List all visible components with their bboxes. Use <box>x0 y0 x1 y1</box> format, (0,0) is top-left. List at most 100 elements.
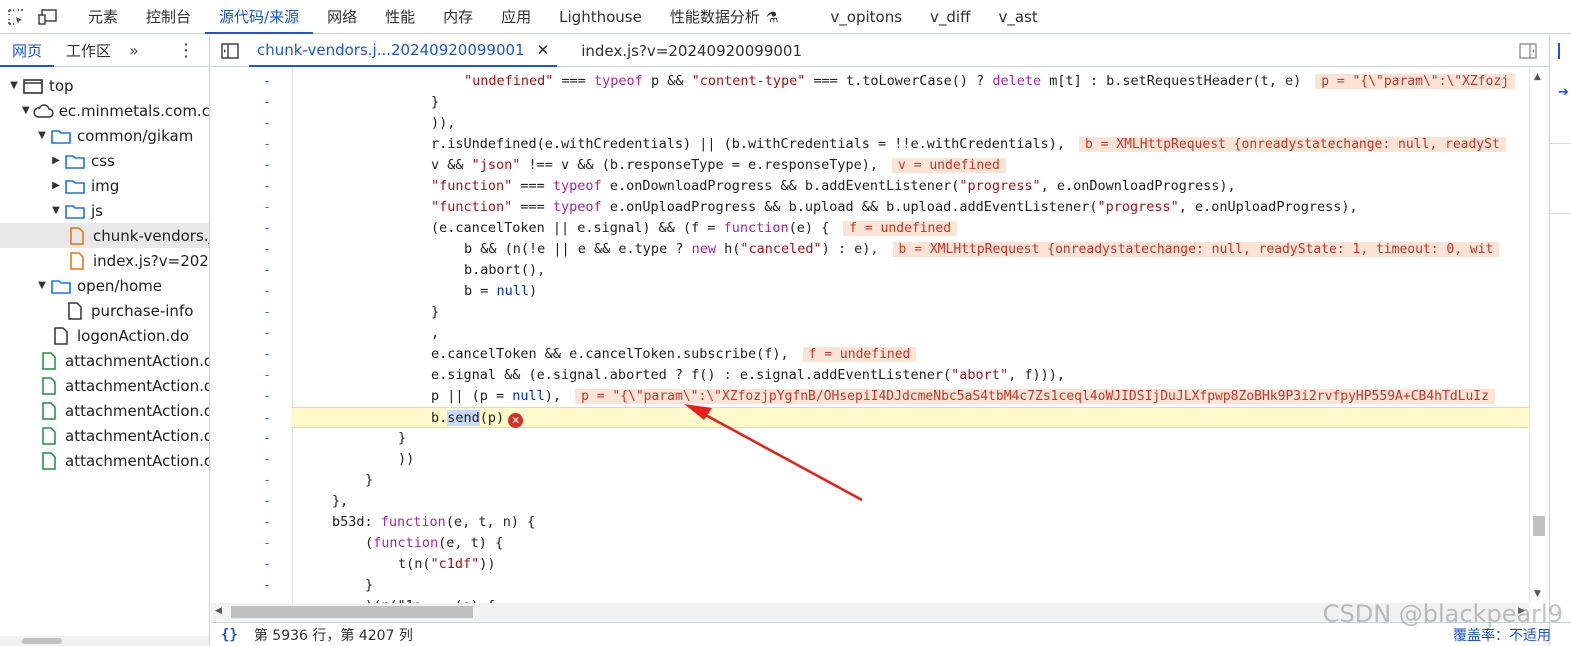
line-marker[interactable]: - <box>263 408 271 429</box>
code-line[interactable]: -}, <box>211 491 1529 512</box>
line-marker[interactable]: - <box>263 344 271 365</box>
tree-item[interactable]: ▼ top <box>0 73 209 98</box>
collapsed-triangle-icon[interactable]: ▶ <box>50 155 62 166</box>
line-marker[interactable]: - <box>263 323 271 344</box>
resume-icon[interactable]: ➔ <box>1558 85 1569 100</box>
tab-11[interactable]: v_ast <box>984 0 1051 34</box>
line-marker[interactable]: - <box>263 197 271 218</box>
tab-10[interactable]: v_diff <box>916 0 984 34</box>
line-marker[interactable]: - <box>263 281 271 302</box>
line-marker[interactable]: - <box>263 386 271 407</box>
code-line[interactable]: - (function(e, t) { <box>211 533 1529 554</box>
tree-item[interactable]: attachmentAction.do <box>0 398 209 423</box>
error-icon[interactable]: ✕ <box>508 413 524 428</box>
more-tabs-icon[interactable]: » <box>123 41 145 60</box>
code-line[interactable]: - b.abort(), <box>211 260 1529 281</box>
editor-tab-index[interactable]: index.js?v=20240920099001 <box>573 35 810 67</box>
code-line[interactable]: -)), <box>211 113 1529 134</box>
code-line[interactable]: -, <box>211 323 1529 344</box>
line-marker[interactable]: - <box>263 554 271 575</box>
expanded-triangle-icon[interactable]: ▼ <box>50 205 62 216</box>
tab-6[interactable]: 应用 <box>487 0 545 34</box>
line-marker[interactable]: - <box>263 92 271 113</box>
kebab-menu-icon[interactable]: ⋮ <box>177 35 209 67</box>
code-line[interactable]: - "function" === typeof e.onDownloadProgr… <box>211 176 1529 197</box>
device-toolbar-icon[interactable] <box>32 0 64 34</box>
tab-3[interactable]: 网络 <box>313 0 371 34</box>
tree-item[interactable]: attachmentAction.do <box>0 373 209 398</box>
scroll-up-icon[interactable]: ▲ <box>1534 72 1541 82</box>
tree-item[interactable]: ▶ css <box>0 148 209 173</box>
code-line[interactable]: - t(n("c1df")) <box>211 554 1529 575</box>
tree-item[interactable]: index.js?v=20240920099001 <box>0 248 209 273</box>
tab-0[interactable]: 元素 <box>74 0 132 34</box>
code-line[interactable]: - p || (p = null), p = "{\"param\":\"XZfoz… <box>211 386 1529 407</box>
code-line[interactable]: -} <box>211 302 1529 323</box>
code-line[interactable]: - b53d: function(e, t, n) { <box>211 512 1529 533</box>
code-line[interactable]: -} <box>211 575 1529 596</box>
tree-item[interactable]: attachmentAction.do <box>0 348 209 373</box>
code-line[interactable]: - r.isUndefined(e.withCredentials) || (b.… <box>211 134 1529 155</box>
tree-item[interactable]: ▼ js <box>0 198 209 223</box>
code-line[interactable]: - e.signal && (e.signal.aborted ? f() : e… <box>211 365 1529 386</box>
scrollbar-thumb[interactable] <box>22 638 62 644</box>
tree-item[interactable]: logonAction.do <box>0 323 209 348</box>
tree-item[interactable]: ▼ ec.minmetals.com.cn <box>0 98 209 123</box>
tab-5[interactable]: 内存 <box>429 0 487 34</box>
line-marker[interactable]: - <box>263 71 271 92</box>
code-line[interactable]: - "undefined" === typeof p && "content-ty… <box>211 71 1529 92</box>
code-line[interactable]: - v && "json" !== v && (b.responseType = … <box>211 155 1529 176</box>
code-line[interactable]: - "function" === typeof e.onUploadProgres… <box>211 197 1529 218</box>
tab-4[interactable]: 性能 <box>371 0 429 34</box>
pretty-print-icon[interactable]: {} <box>221 627 238 643</box>
tree-item[interactable]: attachmentAction.do <box>0 423 209 448</box>
tab-page[interactable]: 网页 <box>0 35 55 67</box>
expanded-triangle-icon[interactable]: ▼ <box>36 280 48 291</box>
code-line[interactable]: -} <box>211 428 1529 449</box>
code-line[interactable]: - e.cancelToken && e.cancelToken.subscrib… <box>211 344 1529 365</box>
line-marker[interactable]: - <box>263 239 271 260</box>
line-marker[interactable]: - <box>263 134 271 155</box>
line-marker[interactable]: - <box>263 491 271 512</box>
tree-item[interactable]: ▶ img <box>0 173 209 198</box>
line-marker[interactable]: - <box>263 470 271 491</box>
line-marker[interactable]: - <box>263 302 271 323</box>
inspect-element-icon[interactable] <box>0 0 32 34</box>
tab-workspace[interactable]: 工作区 <box>54 35 123 67</box>
code-line[interactable]: -} <box>211 92 1529 113</box>
code-line[interactable]: - b = null) <box>211 281 1529 302</box>
tab-1[interactable]: 控制台 <box>132 0 205 34</box>
line-marker[interactable]: - <box>263 428 271 449</box>
editor-tab-chunk-vendors[interactable]: chunk-vendors.j...20240920099001 ✕ <box>249 34 558 67</box>
expanded-triangle-icon[interactable]: ▼ <box>22 105 30 116</box>
line-marker[interactable]: - <box>263 512 271 533</box>
line-marker[interactable]: - <box>263 155 271 176</box>
editor-vertical-scrollbar[interactable]: ▲ ▼ <box>1529 68 1547 603</box>
toggle-debugger-sidebar-icon[interactable] <box>1519 43 1537 59</box>
close-icon[interactable]: ✕ <box>537 34 550 66</box>
tree-item[interactable]: attachmentAction.do <box>0 448 209 473</box>
scroll-left-icon[interactable]: ◀ <box>215 606 222 616</box>
line-marker[interactable]: - <box>263 533 271 554</box>
code-line[interactable]: -)) <box>211 449 1529 470</box>
scrollbar-thumb[interactable] <box>1533 516 1545 536</box>
line-marker[interactable]: - <box>263 260 271 281</box>
tab-7[interactable]: Lighthouse <box>545 0 656 34</box>
paused-code-line[interactable]: - b.send(p) ✕ <box>263 407 1529 428</box>
line-marker[interactable]: - <box>263 365 271 386</box>
line-marker[interactable]: - <box>263 449 271 470</box>
code-line[interactable]: - (e.cancelToken || e.signal) && (f = fun… <box>211 218 1529 239</box>
code-line[interactable]: -} <box>211 470 1529 491</box>
tree-item[interactable]: ▼ common/gikam <box>0 123 209 148</box>
line-marker[interactable]: - <box>263 596 271 603</box>
tree-item[interactable]: chunk-vendors.js?v=20240920099001 <box>0 223 209 248</box>
scroll-down-icon[interactable]: ▼ <box>1534 589 1541 599</box>
tab-2[interactable]: 源代码/来源 <box>205 0 314 34</box>
tab-8[interactable]: 性能数据分析 ⚗ <box>656 0 793 34</box>
expanded-triangle-icon[interactable]: ▼ <box>8 80 20 91</box>
toggle-navigator-icon[interactable] <box>211 35 249 67</box>
line-marker[interactable]: - <box>263 113 271 134</box>
tree-item[interactable]: ▼ open/home <box>0 273 209 298</box>
scrollbar-thumb[interactable] <box>231 606 473 618</box>
tree-item[interactable]: purchase-info <box>0 298 209 323</box>
